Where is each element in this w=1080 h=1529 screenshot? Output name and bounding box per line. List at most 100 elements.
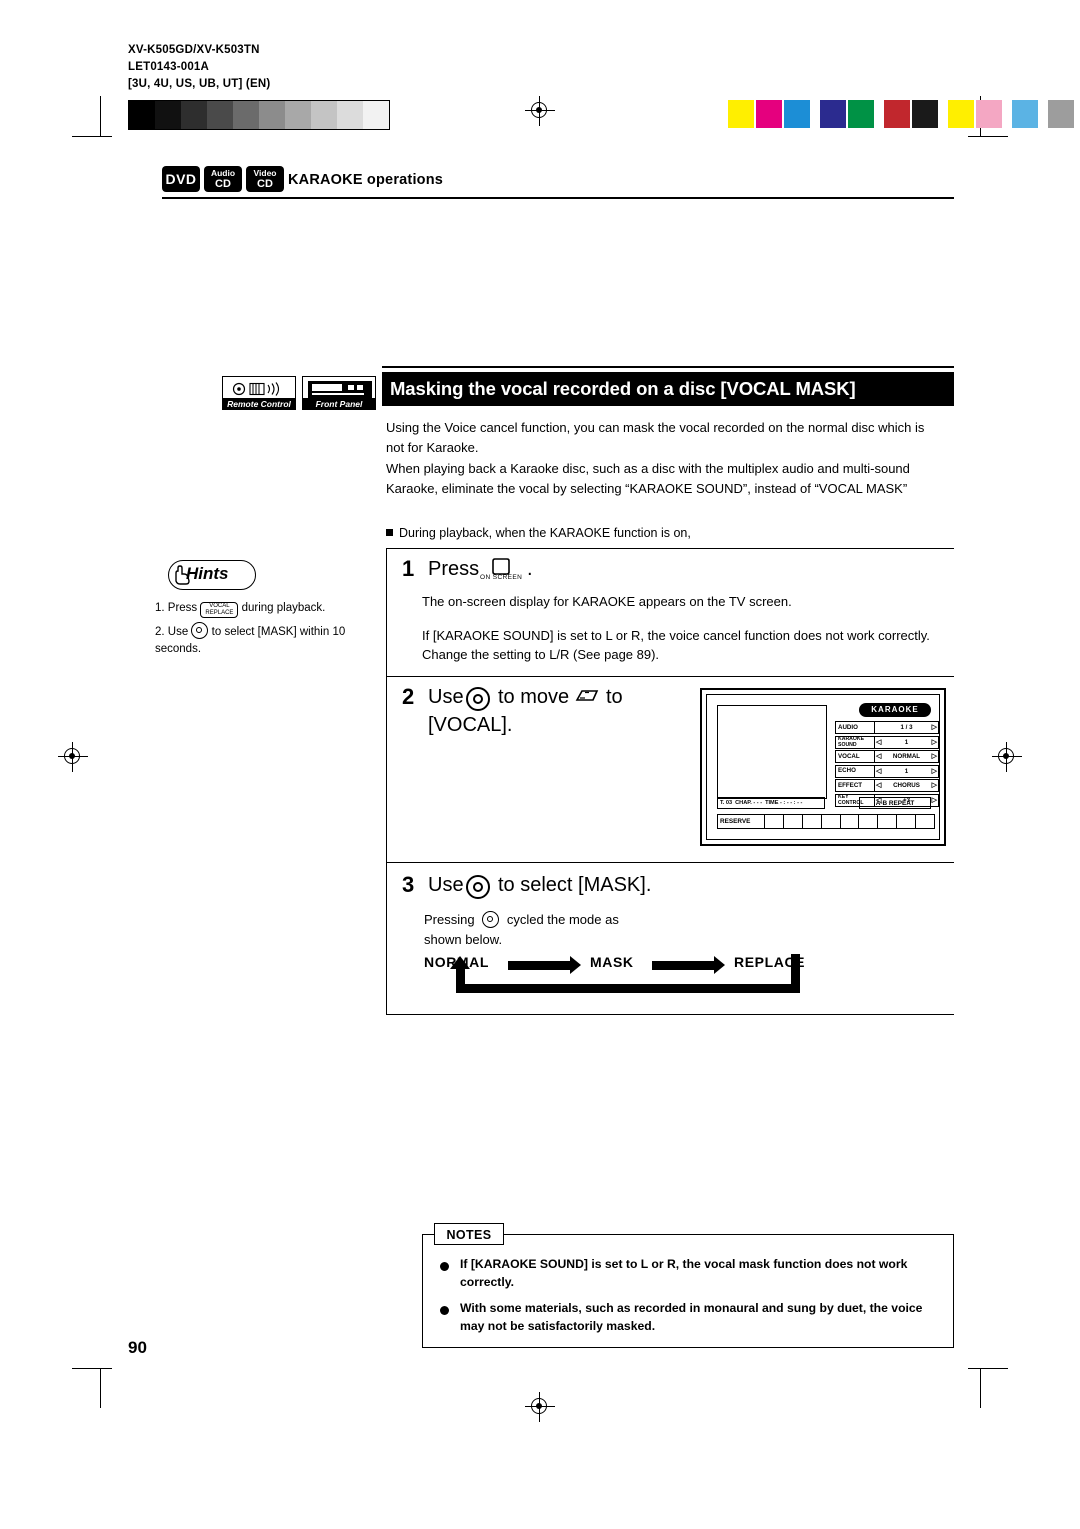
step-3-sub-3: shown below. (424, 931, 503, 947)
osd-row-effect-value: CHORUS (893, 782, 920, 789)
device-icons: Remote Control Front Panel (222, 376, 376, 410)
intro-paragraphs: Using the Voice cancel function, you can… (386, 418, 942, 498)
tv-video-area (717, 705, 827, 799)
crop-mark-bottom-right-h (968, 1368, 1008, 1370)
cycle-loop-arrow-head (450, 956, 470, 969)
cycle-loop-bottom (456, 984, 800, 993)
hints-item-2: 2. Use to select [MASK] within 10 second… (155, 622, 377, 658)
grayscale-calibration-bar (128, 100, 390, 130)
reserve-cell (782, 815, 802, 828)
chevron-right-icon: ▷ (931, 767, 937, 775)
intro-paragraph-1: Using the Voice cancel function, you can… (386, 420, 925, 455)
osd-row-karaoke-sound-value: 1 (904, 738, 909, 746)
meta-region: [3U, 4U, US, UB, UT] (EN) (128, 78, 271, 90)
osd-reserve-label: RESERVE (720, 818, 751, 825)
remote-control-art (232, 382, 280, 396)
osd-ab-repeat: A-B REPEAT (859, 797, 931, 809)
reserve-cell (801, 815, 821, 828)
video-cd-icon: Video CD (246, 166, 284, 192)
cycle-label-mask: MASK (590, 954, 634, 970)
dvd-icon: DVD (162, 166, 200, 192)
step-1-line-2: If [KARAOKE SOUND] is set to L or R, the… (422, 627, 930, 663)
hints-list: 1. Press VOCAL REPLACE during playback. … (155, 600, 377, 662)
step-2-number: 2 (402, 684, 415, 709)
notes-title: NOTES (434, 1223, 504, 1245)
step-3-sub-2: cycled the mode as (506, 912, 619, 927)
cycle-arrow-1-shaft (508, 961, 570, 970)
step-1-description: The on-screen display for KARAOKE appear… (422, 592, 942, 665)
osd-row-audio-label: AUDIO (838, 723, 858, 731)
tv-osd-inner-frame: KARAOKE AUDIO ▷ 1 / 3 KARAOKE SOUND ◁ 1 … (706, 694, 940, 840)
osd-status-time: TIME - : - - : - - (765, 800, 803, 806)
precondition-text: During playback, when the KARAOKE functi… (399, 526, 691, 540)
vocal-replace-line1: VOCAL (209, 603, 230, 609)
reserve-cell (764, 815, 783, 828)
osd-rows: AUDIO ▷ 1 / 3 KARAOKE SOUND ◁ 1 ▷ VOCAL … (835, 721, 939, 808)
square-bullet-icon (386, 529, 393, 536)
intro-paragraph-2: When playing back a Karaoke disc, such a… (386, 461, 910, 496)
reserve-cell (820, 815, 840, 828)
front-panel-icon: Front Panel (302, 376, 376, 410)
rule-above-step3 (386, 862, 954, 863)
osd-row-karaoke-sound-value-wrap: ◁ 1 ▷ (874, 736, 938, 748)
notes-item-2: With some materials, such as recorded in… (460, 1301, 923, 1333)
crop-mark-left-h (72, 136, 112, 138)
crop-mark-right-h (968, 136, 1008, 138)
meta-model: XV-K505GD/XV-K503TN (128, 44, 260, 56)
cursor-knob-icon-step3 (466, 875, 490, 899)
step-2-mid: to move (498, 686, 570, 708)
registration-mark-top (525, 96, 555, 126)
color-calibration-bar (728, 100, 1076, 128)
step-1-number: 1 (402, 556, 415, 581)
registration-mark-bottom (525, 1392, 555, 1422)
karaoke-badge: KARAOKE (859, 703, 931, 717)
vocal-replace-line2: REPLACE (205, 610, 234, 616)
cursor-knob-icon-hints (191, 622, 209, 639)
chevron-left-icon: ◁ (876, 738, 882, 746)
notes-bullet-1 (440, 1262, 449, 1271)
osd-row-effect: EFFECT ◁ CHORUS ▷ (835, 779, 939, 792)
step-3-sub-1: Pressing (424, 912, 475, 927)
osd-row-echo: ECHO ◁ 1 ▷ (835, 764, 939, 778)
chevron-left-icon: ◁ (876, 753, 882, 760)
mode-cycle-diagram: NORMAL MASK REPLACE (424, 954, 805, 1000)
manual-page: XV-K505GD/XV-K503TN LET0143-001A [3U, 4U… (0, 0, 1080, 1529)
osd-row-effect-label: EFFECT (838, 781, 863, 789)
chevron-right-icon: ▷ (931, 753, 937, 760)
osd-row-karaoke-sound: KARAOKE SOUND ◁ 1 ▷ (835, 735, 939, 749)
step-2-tail: to (606, 686, 623, 708)
osd-row-effect-value-wrap: ◁ CHORUS ▷ (874, 780, 938, 791)
reserve-cell (915, 815, 934, 828)
step-3-verb: Use (428, 874, 464, 896)
remote-control-icon: Remote Control (222, 376, 296, 410)
step-1-verb: Press (428, 558, 480, 580)
step-3-tail: to select [MASK]. (498, 874, 652, 896)
osd-row-vocal-value-wrap: ◁ NORMAL ▷ (874, 751, 938, 762)
step-3-description: Pressing cycled the mode as shown below. (424, 910, 744, 949)
reserve-cell (858, 815, 877, 828)
rule-above-step2 (386, 676, 954, 677)
osd-row-vocal: VOCAL ◁ NORMAL ▷ (835, 750, 939, 763)
osd-row-echo-label: ECHO (838, 767, 856, 774)
chevron-left-icon: ◁ (876, 782, 882, 789)
rule-above-step1 (386, 548, 954, 549)
chevron-right-icon: ▷ (931, 782, 937, 789)
osd-row-audio-value: 1 / 3 (900, 724, 913, 731)
crop-mark-bottom-left-v (100, 1368, 102, 1408)
chevron-left-icon: ◁ (876, 767, 882, 775)
tv-osd-illustration: KARAOKE AUDIO ▷ 1 / 3 KARAOKE SOUND ◁ 1 … (700, 688, 946, 846)
section-title: KARAOKE operations (288, 172, 444, 188)
cycle-arrow-1-head (570, 956, 581, 974)
reserve-cell (839, 815, 859, 828)
precondition-line: During playback, when the KARAOKE functi… (386, 524, 946, 542)
cycle-arrow-2-shaft (652, 961, 714, 970)
rule-below-step3 (386, 1014, 954, 1015)
notes-item-1: If [KARAOKE SOUND] is set to L or R, the… (460, 1257, 908, 1289)
page-number: 90 (128, 1338, 147, 1357)
crop-mark-bottom-right-v (980, 1368, 982, 1408)
section-divider (162, 197, 954, 199)
step-2-line2: [VOCAL]. (428, 714, 513, 736)
cursor-pad-icon-step2 (575, 690, 599, 701)
disc-type-icons: DVD Audio CD Video CD (162, 166, 284, 192)
reserve-cell (877, 815, 896, 828)
